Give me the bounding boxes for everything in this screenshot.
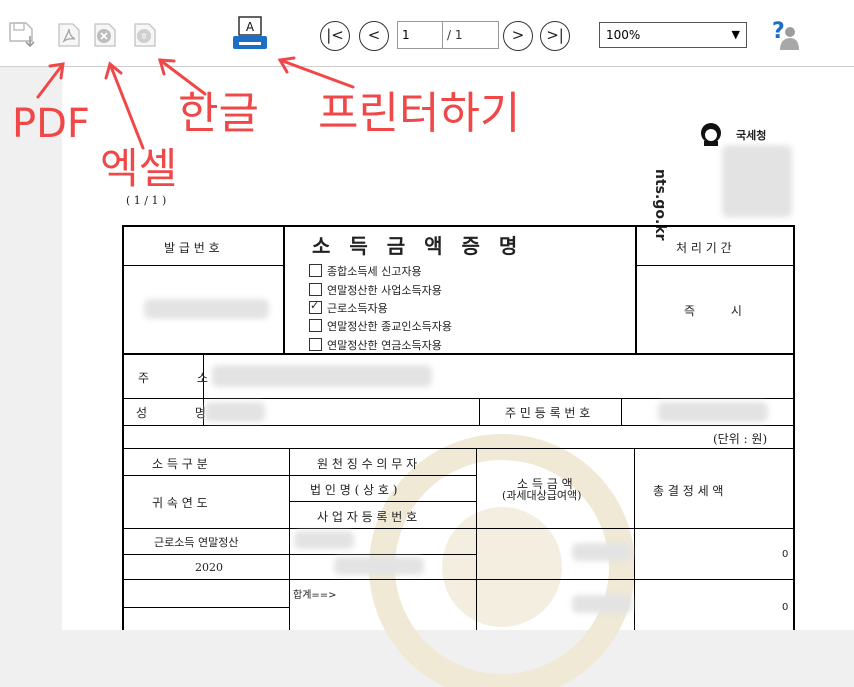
redacted-address	[212, 365, 432, 387]
row-tax: 0	[782, 549, 789, 560]
processing-period-value: 즉 시	[684, 304, 758, 318]
option-label: 종합소득세 신고자용	[327, 265, 422, 278]
option-pension-income[interactable]: 연말정산한 연금소득자용	[309, 337, 442, 353]
redacted-issue-number	[144, 299, 269, 319]
row-year: 2020	[195, 561, 223, 574]
checkbox[interactable]	[309, 283, 322, 296]
nts-logo-text: 국세청	[736, 129, 767, 142]
processing-period-label: 처 리 기 간	[676, 241, 732, 255]
page-number-input[interactable]	[397, 21, 443, 49]
annotation-print: 프린터하기	[318, 88, 521, 139]
nts-site-text: nts.go.kr	[652, 169, 668, 241]
document-page: 국세청 nts.go.kr ( 1 / 1 ) 발 급 번 호 소 득 금 액 …	[62, 67, 854, 687]
checkbox[interactable]	[309, 264, 322, 277]
corp-name-label: 법 인 명 ( 상 호 )	[310, 483, 398, 497]
biz-no-label: 사 업 자 등 록 번 호	[317, 510, 418, 524]
option-label: 연말정산한 사업소득자용	[327, 284, 442, 297]
rrn-label: 주 민 등 록 번 호	[505, 406, 591, 420]
form-title: 소 득 금 액 증 명	[312, 234, 524, 258]
viewer-toolbar: ㅎ A |< < / 1 > >| 100% ▼ ?	[0, 0, 854, 67]
redacted-name	[205, 402, 265, 422]
nts-logo-icon	[701, 123, 721, 146]
checkbox[interactable]	[309, 338, 322, 351]
save-icon[interactable]	[8, 20, 36, 50]
total-tax: 0	[782, 602, 789, 613]
zoom-value: 100%	[606, 28, 641, 42]
checkbox[interactable]	[309, 319, 322, 332]
page-total: / 1	[443, 21, 499, 49]
income-amount-sub: (과세대상급여액)	[502, 489, 582, 502]
total-label: 합계==>	[293, 590, 337, 601]
svg-text:?: ?	[772, 19, 785, 44]
next-page-button[interactable]: >	[503, 21, 533, 51]
prev-page-button[interactable]: <	[359, 21, 389, 51]
option-label: 근로소득자용	[327, 302, 388, 315]
excel-export-icon[interactable]	[91, 20, 119, 50]
redacted-stamp	[722, 145, 792, 217]
annotation-hangul: 한글	[178, 88, 259, 139]
redacted-biz-no	[334, 557, 424, 575]
svg-text:A: A	[246, 20, 255, 34]
checkbox-checked[interactable]	[309, 299, 322, 314]
option-business-income[interactable]: 연말정산한 사업소득자용	[309, 282, 442, 298]
redacted-total-income	[572, 595, 632, 613]
first-page-button[interactable]: |<	[320, 21, 350, 51]
hangul-export-icon[interactable]: ㅎ	[131, 20, 159, 50]
zoom-select[interactable]: 100% ▼	[599, 22, 747, 48]
option-religious-income[interactable]: 연말정산한 종교인소득자용	[309, 318, 452, 334]
pdf-export-icon[interactable]	[55, 20, 83, 50]
redacted-rrn	[658, 402, 768, 422]
row-income-type: 근로소득 연말정산	[154, 536, 239, 549]
year-label: 귀 속 연 도	[152, 496, 208, 510]
unit-label: (단위 : 원)	[713, 432, 768, 446]
option-general-income[interactable]: 종합소득세 신고자용	[309, 263, 422, 279]
annotation-pdf: PDF	[12, 101, 90, 147]
withholder-label: 원 천 징 수 의 무 자	[317, 457, 418, 471]
viewer-margin	[0, 67, 62, 630]
svg-text:ㅎ: ㅎ	[140, 33, 148, 43]
redacted-corp-name	[294, 531, 354, 549]
annotation-excel: 엑셀	[100, 144, 178, 193]
chevron-down-icon: ▼	[731, 28, 740, 41]
last-page-button[interactable]: >|	[540, 21, 570, 51]
tax-label: 총 결 정 세 액	[653, 484, 724, 498]
option-earned-income[interactable]: 근로소득자용	[309, 299, 388, 316]
income-type-label: 소 득 구 분	[152, 457, 208, 471]
printer-icon[interactable]: A	[230, 14, 270, 54]
option-label: 연말정산한 연금소득자용	[327, 339, 442, 352]
redacted-income-amount	[572, 543, 632, 561]
help-icon[interactable]: ?	[764, 18, 800, 54]
issue-number-label: 발 급 번 호	[164, 241, 220, 255]
option-label: 연말정산한 종교인소득자용	[327, 320, 452, 333]
page-indicator: ( 1 / 1 )	[126, 194, 167, 207]
